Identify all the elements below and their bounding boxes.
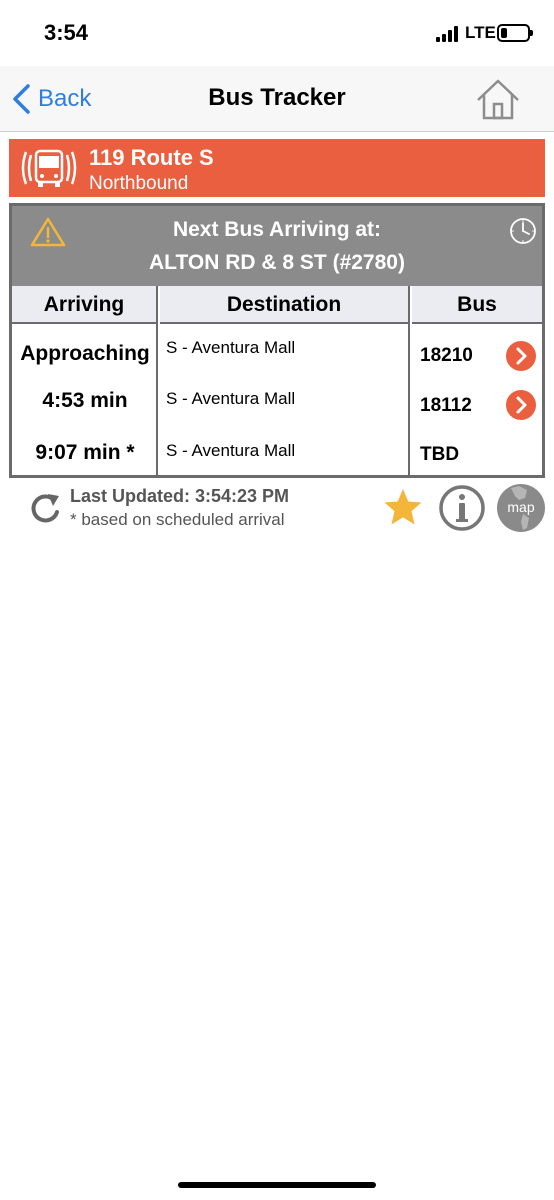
network-label: LTE [465,23,496,42]
arriving-column: Approaching 4:53 min 9:07 min * [12,324,158,475]
arrival-time: Approaching [20,342,150,365]
info-icon[interactable] [438,484,486,532]
header-label: Next Bus Arriving at: [172,218,382,241]
star-icon[interactable] [382,486,424,528]
arrival-time: 9:07 min * [35,441,135,464]
route-banner: 119 Route S Northbound [9,139,545,197]
home-indicator[interactable] [178,1182,376,1188]
bus-icon [21,149,77,187]
status-time: 3:54 [44,20,89,45]
column-header-arriving: Arriving [12,286,158,324]
bus-number: 18112 [420,395,472,416]
destination-name: S - Aventura Mall [166,441,296,460]
schedule-note: * based on scheduled arrival [70,510,285,529]
destination-column: S - Aventura Mall S - Aventura Mall S - … [160,324,410,475]
clock-icon[interactable] [508,216,538,246]
home-icon[interactable] [474,76,522,122]
signal-icon [436,26,462,42]
page-title: Bus Tracker [208,84,346,111]
bus-detail-arrow-icon[interactable] [506,341,536,371]
bus-number: 18210 [420,345,473,366]
battery-icon [497,24,533,42]
arrival-panel: Next Bus Arriving at: ALTON RD & 8 ST (#… [9,203,545,478]
bus-detail-arrow-icon[interactable] [506,390,536,420]
refresh-icon[interactable] [26,490,64,528]
column-header-destination: Destination [160,286,410,324]
stop-name: ALTON RD & 8 ST (#2780) [149,251,405,274]
map-label: map [507,499,535,515]
last-updated-label: Last Updated: 3:54:23 PM [70,486,290,506]
bus-column: 18210 18112 TBD [412,324,542,475]
column-header-bus: Bus [412,286,542,324]
destination-name: S - Aventura Mall [166,338,296,357]
map-icon[interactable]: map [497,484,545,532]
nav-bar: Back Bus Tracker [0,66,554,132]
bus-number: TBD [420,444,460,465]
destination-name: S - Aventura Mall [166,389,296,408]
panel-header: Next Bus Arriving at: ALTON RD & 8 ST (#… [12,206,542,286]
status-bar: 3:54 LTE [0,0,554,66]
route-title: 119 Route S [89,145,214,170]
arrival-time: 4:53 min [42,389,128,412]
route-direction: Northbound [89,173,189,194]
